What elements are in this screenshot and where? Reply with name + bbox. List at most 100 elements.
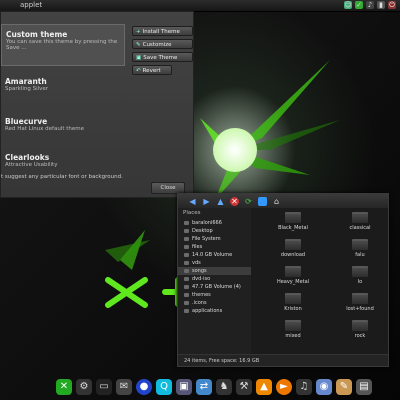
file-grid: Black_Metal classical download falu Heav…: [258, 208, 388, 354]
save-theme-label: Save Theme: [143, 55, 178, 61]
folder-icon: [184, 220, 189, 225]
theme-item-clearlooks[interactable]: Clearlooks Attractive Usability: [1, 148, 123, 176]
place-label: 14.0 GB Volume: [192, 252, 233, 258]
save-icon: ▣: [136, 55, 142, 61]
places-label: Places: [183, 210, 201, 216]
power-icon[interactable]: ⏻: [388, 1, 396, 9]
theme-name: Amaranth: [5, 77, 47, 86]
install-theme-label: Install Theme: [142, 29, 180, 35]
place-item[interactable]: 14.0 GB Volume: [178, 251, 251, 259]
window-title: applet: [20, 1, 43, 9]
place-item[interactable]: Desktop: [178, 227, 251, 235]
eye-icon[interactable]: ◉: [316, 379, 332, 395]
computer-icon[interactable]: [258, 196, 267, 206]
revert-button[interactable]: ↶ Revert: [132, 65, 172, 75]
place-item[interactable]: files: [178, 243, 251, 251]
folder-item[interactable]: classical: [338, 212, 382, 231]
place-item[interactable]: .icons: [178, 299, 251, 307]
folder-icon: [285, 239, 301, 250]
theme-item-custom[interactable]: Custom theme You can save this theme by …: [1, 24, 125, 66]
tools-icon[interactable]: ⚒: [236, 379, 252, 395]
vlc-icon[interactable]: ▲: [256, 379, 272, 395]
theme-description: Sparkling Silver: [5, 86, 49, 92]
customize-button[interactable]: ✎ Customize: [132, 39, 193, 49]
folder-icon: [285, 266, 301, 277]
theme-name: Clearlooks: [5, 153, 50, 162]
appearance-dialog: Custom theme You can save this theme by …: [0, 11, 194, 198]
folder-item[interactable]: lost+found: [338, 293, 382, 312]
place-label: 47.7 GB Volume (4): [192, 284, 241, 290]
quake-icon[interactable]: Q: [156, 379, 172, 395]
terminal-icon[interactable]: ▭: [96, 379, 112, 395]
folder-item[interactable]: Heavy_Metal: [271, 266, 315, 285]
chat-icon[interactable]: ☺: [344, 1, 352, 9]
status-bar: 24 items, Free space: 16.9 GB: [178, 354, 388, 366]
folder-item[interactable]: Black_Metal: [271, 212, 315, 231]
theme-item-bluecurve[interactable]: Bluecurve Red Hat Linux default theme: [1, 112, 123, 144]
folder-label: falu: [355, 252, 365, 258]
battery-icon[interactable]: ▮: [377, 1, 385, 9]
place-item[interactable]: themes: [178, 291, 251, 299]
folder-icon: [352, 320, 368, 331]
theme-description: You can save this theme by pressing the …: [6, 39, 118, 51]
theme-name: Custom theme: [6, 30, 68, 39]
back-icon[interactable]: ◀: [188, 197, 197, 206]
folder-item[interactable]: Kriston: [271, 293, 315, 312]
folder-icon: [285, 293, 301, 304]
place-item[interactable]: File System: [178, 235, 251, 243]
folder-icon: [352, 239, 368, 250]
hint-text: t suggest any particular font or backgro…: [1, 174, 123, 180]
folder-item[interactable]: download: [271, 239, 315, 258]
folder-icon: [184, 228, 189, 233]
browser-icon[interactable]: ●: [136, 379, 152, 395]
game-icon[interactable]: ♞: [216, 379, 232, 395]
folder-item[interactable]: lo: [338, 266, 382, 285]
home-icon[interactable]: ⌂: [272, 197, 281, 206]
install-theme-button[interactable]: + Install Theme: [132, 26, 193, 36]
folder-icon: [285, 212, 301, 223]
folder-label: Black_Metal: [278, 225, 308, 231]
folder-icon: [184, 292, 189, 297]
folder-item[interactable]: falu: [338, 239, 382, 258]
volume-icon[interactable]: ♪: [366, 1, 374, 9]
place-item[interactable]: vds: [178, 259, 251, 267]
place-label: baraloni666: [192, 220, 222, 226]
folder-label: Heavy_Metal: [276, 279, 310, 285]
forward-icon[interactable]: ▶: [202, 197, 211, 206]
place-item[interactable]: applications: [178, 307, 251, 315]
folder-item[interactable]: mixed: [271, 320, 315, 339]
drive-icon: [184, 284, 189, 289]
up-icon[interactable]: ▲: [216, 197, 225, 206]
place-label: songs: [192, 268, 207, 274]
reload-icon[interactable]: ⟳: [244, 197, 253, 206]
notes-icon[interactable]: ✎: [336, 379, 352, 395]
folder-icon: [184, 268, 189, 273]
folder-label: classical: [349, 225, 371, 231]
brush-icon: ✎: [136, 42, 141, 48]
folder-icon: [184, 308, 189, 313]
settings-icon[interactable]: ⚙: [76, 379, 92, 395]
place-item[interactable]: dvd-iso: [178, 275, 251, 283]
revert-icon: ↶: [136, 68, 141, 74]
theme-list[interactable]: Custom theme You can save this theme by …: [1, 20, 125, 192]
mail-icon[interactable]: ✉: [116, 379, 132, 395]
theme-buttons: + Install Theme ✎ Customize ▣ Save Theme ↶ R…: [132, 26, 193, 78]
folder-item[interactable]: rock: [338, 320, 382, 339]
xfce-icon[interactable]: ✕: [56, 379, 72, 395]
extra-icon[interactable]: ▤: [356, 379, 372, 395]
place-label: dvd-iso: [192, 276, 211, 282]
save-theme-button[interactable]: ▣ Save Theme: [132, 52, 193, 62]
place-item[interactable]: baraloni666: [178, 219, 251, 227]
place-label: themes: [192, 292, 211, 298]
place-item[interactable]: 47.7 GB Volume (4): [178, 283, 251, 291]
folder-icon: [184, 300, 189, 305]
theme-item-amaranth[interactable]: Amaranth Sparkling Silver: [1, 72, 123, 104]
network-icon[interactable]: ⇄: [196, 379, 212, 395]
place-item-selected[interactable]: songs: [178, 267, 251, 275]
network-icon[interactable]: ✓: [355, 1, 363, 9]
folder-label: rock: [354, 333, 366, 339]
music-icon[interactable]: ♫: [296, 379, 312, 395]
monitor-icon[interactable]: ▣: [176, 379, 192, 395]
stop-icon[interactable]: ✕: [230, 196, 239, 206]
player-icon[interactable]: ►: [276, 379, 292, 395]
